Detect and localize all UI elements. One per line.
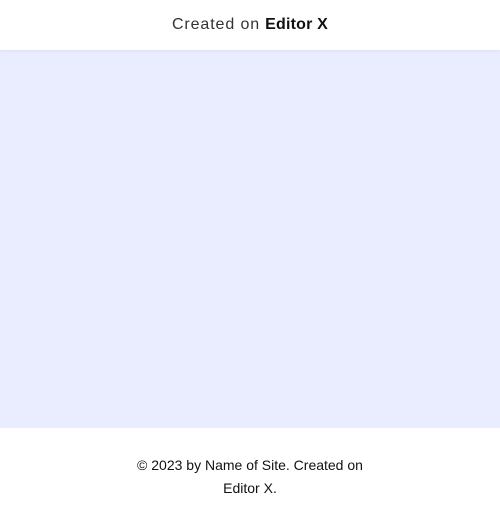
site-footer: © 2023 by Name of Site. Created on Edito…	[0, 428, 500, 528]
editor-x-logo-text[interactable]: Editor X	[265, 16, 328, 34]
banner-text: Created on Editor X	[172, 16, 328, 34]
footer-copyright-text: © 2023 by Name of Site. Created on Edito…	[137, 457, 363, 496]
main-content-area	[0, 50, 500, 428]
editor-x-banner[interactable]: Created on Editor X	[0, 0, 500, 50]
banner-prefix: Created on	[171, 16, 261, 33]
